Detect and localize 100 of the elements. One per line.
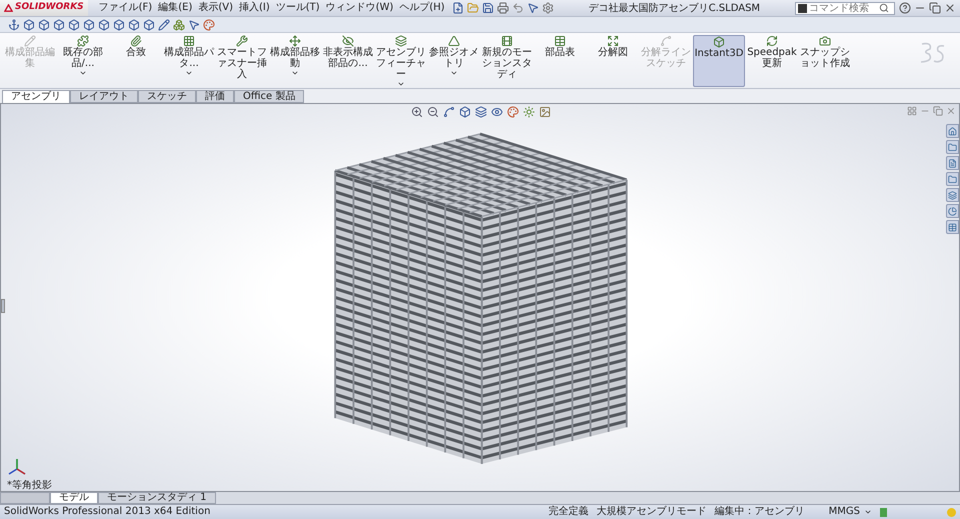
close-icon[interactable] [946, 106, 956, 116]
menu-item[interactable]: 挿入(I) [236, 3, 273, 13]
task-pane-tab[interactable] [946, 156, 959, 170]
split-view-icon[interactable] [907, 106, 917, 116]
palette-icon[interactable] [203, 18, 215, 30]
new-file-icon[interactable] [452, 2, 464, 14]
table-icon [948, 222, 957, 232]
restore-icon[interactable] [929, 2, 941, 14]
ribbon-button[interactable]: Instant3D [693, 35, 745, 87]
task-pane-tab[interactable] [946, 188, 959, 202]
ribbon-button[interactable]: 構成部品パタ... [163, 35, 215, 87]
tab[interactable]: モーションスタディ 1 [98, 492, 216, 504]
undo-icon[interactable] [512, 2, 524, 14]
ribbon-button[interactable]: 参照ジオメトリ [428, 35, 480, 87]
menu-item[interactable]: ウィンドウ(W) [322, 3, 396, 13]
tab[interactable]: Office 製品 [234, 90, 304, 103]
eye-off-icon [342, 35, 354, 47]
eye-icon[interactable] [491, 106, 503, 118]
cube-icon[interactable] [23, 18, 35, 30]
tab[interactable]: スケッチ [138, 90, 196, 103]
cube-icon[interactable] [98, 18, 110, 30]
restore-icon[interactable] [933, 106, 943, 116]
ribbon-button[interactable]: スマートファスナー挿入 [216, 35, 268, 87]
menu-item[interactable]: ツール(T) [272, 3, 323, 13]
cube-icon[interactable] [143, 18, 155, 30]
cube-icon [713, 36, 725, 48]
cube-icon[interactable] [113, 18, 125, 30]
ribbon-button[interactable]: スナップショット作成 [799, 35, 851, 87]
pointer-icon[interactable] [526, 2, 539, 14]
printer-icon[interactable] [496, 2, 509, 14]
menu-item[interactable]: ヘルプ(H) [396, 3, 448, 13]
menu-item[interactable]: 編集(E) [155, 3, 196, 13]
caret-icon [397, 80, 405, 88]
cube-icon[interactable] [53, 18, 65, 30]
ribbon-button[interactable]: 構成部品移動 [269, 35, 321, 87]
ribbon-button[interactable]: 部品表 [534, 35, 586, 87]
panel-toggle-handle[interactable] [1, 299, 5, 313]
ribbon-button[interactable]: Speedpak 更新 [746, 35, 798, 87]
task-pane-tab[interactable] [946, 172, 959, 186]
tab[interactable]: モデル [50, 492, 98, 504]
pencil-icon [24, 35, 36, 47]
image-icon[interactable] [539, 106, 551, 118]
pointer-icon[interactable] [188, 18, 200, 30]
caret-icon [185, 69, 193, 77]
caret-icon [450, 69, 458, 77]
zoom-in-icon[interactable] [411, 106, 423, 118]
film-icon [501, 35, 513, 47]
boxes-icon[interactable] [173, 18, 185, 30]
tab[interactable]: アセンブリ [2, 90, 70, 103]
task-pane-tab[interactable] [946, 140, 959, 154]
axis-triad-icon [7, 457, 27, 477]
layers-icon [395, 35, 407, 47]
app-logo: SOLIDWORKS [15, 1, 84, 14]
task-pane-tab[interactable] [946, 220, 959, 234]
logo-icon [4, 4, 13, 12]
palette-icon[interactable] [507, 106, 519, 118]
ribbon-button[interactable]: 分解図 [587, 35, 639, 87]
ribbon-button[interactable]: アセンブリフィーチャー [375, 35, 427, 87]
pie-chart-icon [948, 206, 957, 216]
cube-icon[interactable] [38, 18, 50, 30]
cube-icon[interactable] [68, 18, 80, 30]
zoom-out-icon[interactable] [427, 106, 439, 118]
status-text: 編集中：アセンブリ [714, 507, 805, 517]
caret-icon [79, 69, 87, 77]
cube-icon[interactable] [459, 106, 471, 118]
help-icon[interactable] [899, 2, 911, 14]
sun-icon[interactable] [523, 106, 535, 118]
ribbon-button[interactable]: 新規のモーションスタディ [481, 35, 533, 87]
save-icon[interactable] [482, 2, 494, 14]
search-field[interactable]: コマンド検索 [795, 2, 895, 14]
menu-item[interactable]: 表示(V) [195, 3, 236, 13]
cube-icon[interactable] [83, 18, 95, 30]
move-icon [289, 35, 301, 47]
document-icon [948, 158, 957, 168]
triangle-icon [448, 35, 460, 47]
status-text: 大規模アセンブリモード [596, 507, 707, 517]
anchor-icon[interactable] [8, 18, 20, 30]
menu-item[interactable]: ファイル(F) [96, 3, 156, 13]
spline-icon[interactable] [443, 106, 455, 118]
cube-icon[interactable] [128, 18, 140, 30]
caret-icon[interactable] [864, 508, 872, 516]
ribbon-button[interactable]: 非表示構成部品の... [322, 35, 374, 87]
units-selector[interactable]: MMGS [828, 507, 860, 517]
close-icon[interactable] [944, 2, 956, 14]
home-icon [948, 126, 957, 136]
puzzle-icon [77, 35, 89, 47]
ribbon-button[interactable]: 既存の部品/... [57, 35, 109, 87]
settings-icon[interactable] [542, 2, 554, 14]
status-text: SolidWorks Professional 2013 x64 Edition [4, 507, 212, 517]
ribbon-button[interactable]: 合致 [110, 35, 162, 87]
table-icon [554, 35, 566, 47]
wrench-icon [236, 35, 248, 47]
tab[interactable]: レイアウト [70, 90, 138, 103]
refresh-icon [766, 35, 778, 47]
task-pane-tab[interactable] [946, 124, 959, 138]
layers-icon[interactable] [475, 106, 487, 118]
search-icon[interactable] [879, 3, 889, 13]
pencil-icon[interactable] [158, 18, 170, 30]
tab[interactable]: 評価 [196, 90, 234, 103]
task-pane-tab[interactable] [946, 204, 959, 218]
